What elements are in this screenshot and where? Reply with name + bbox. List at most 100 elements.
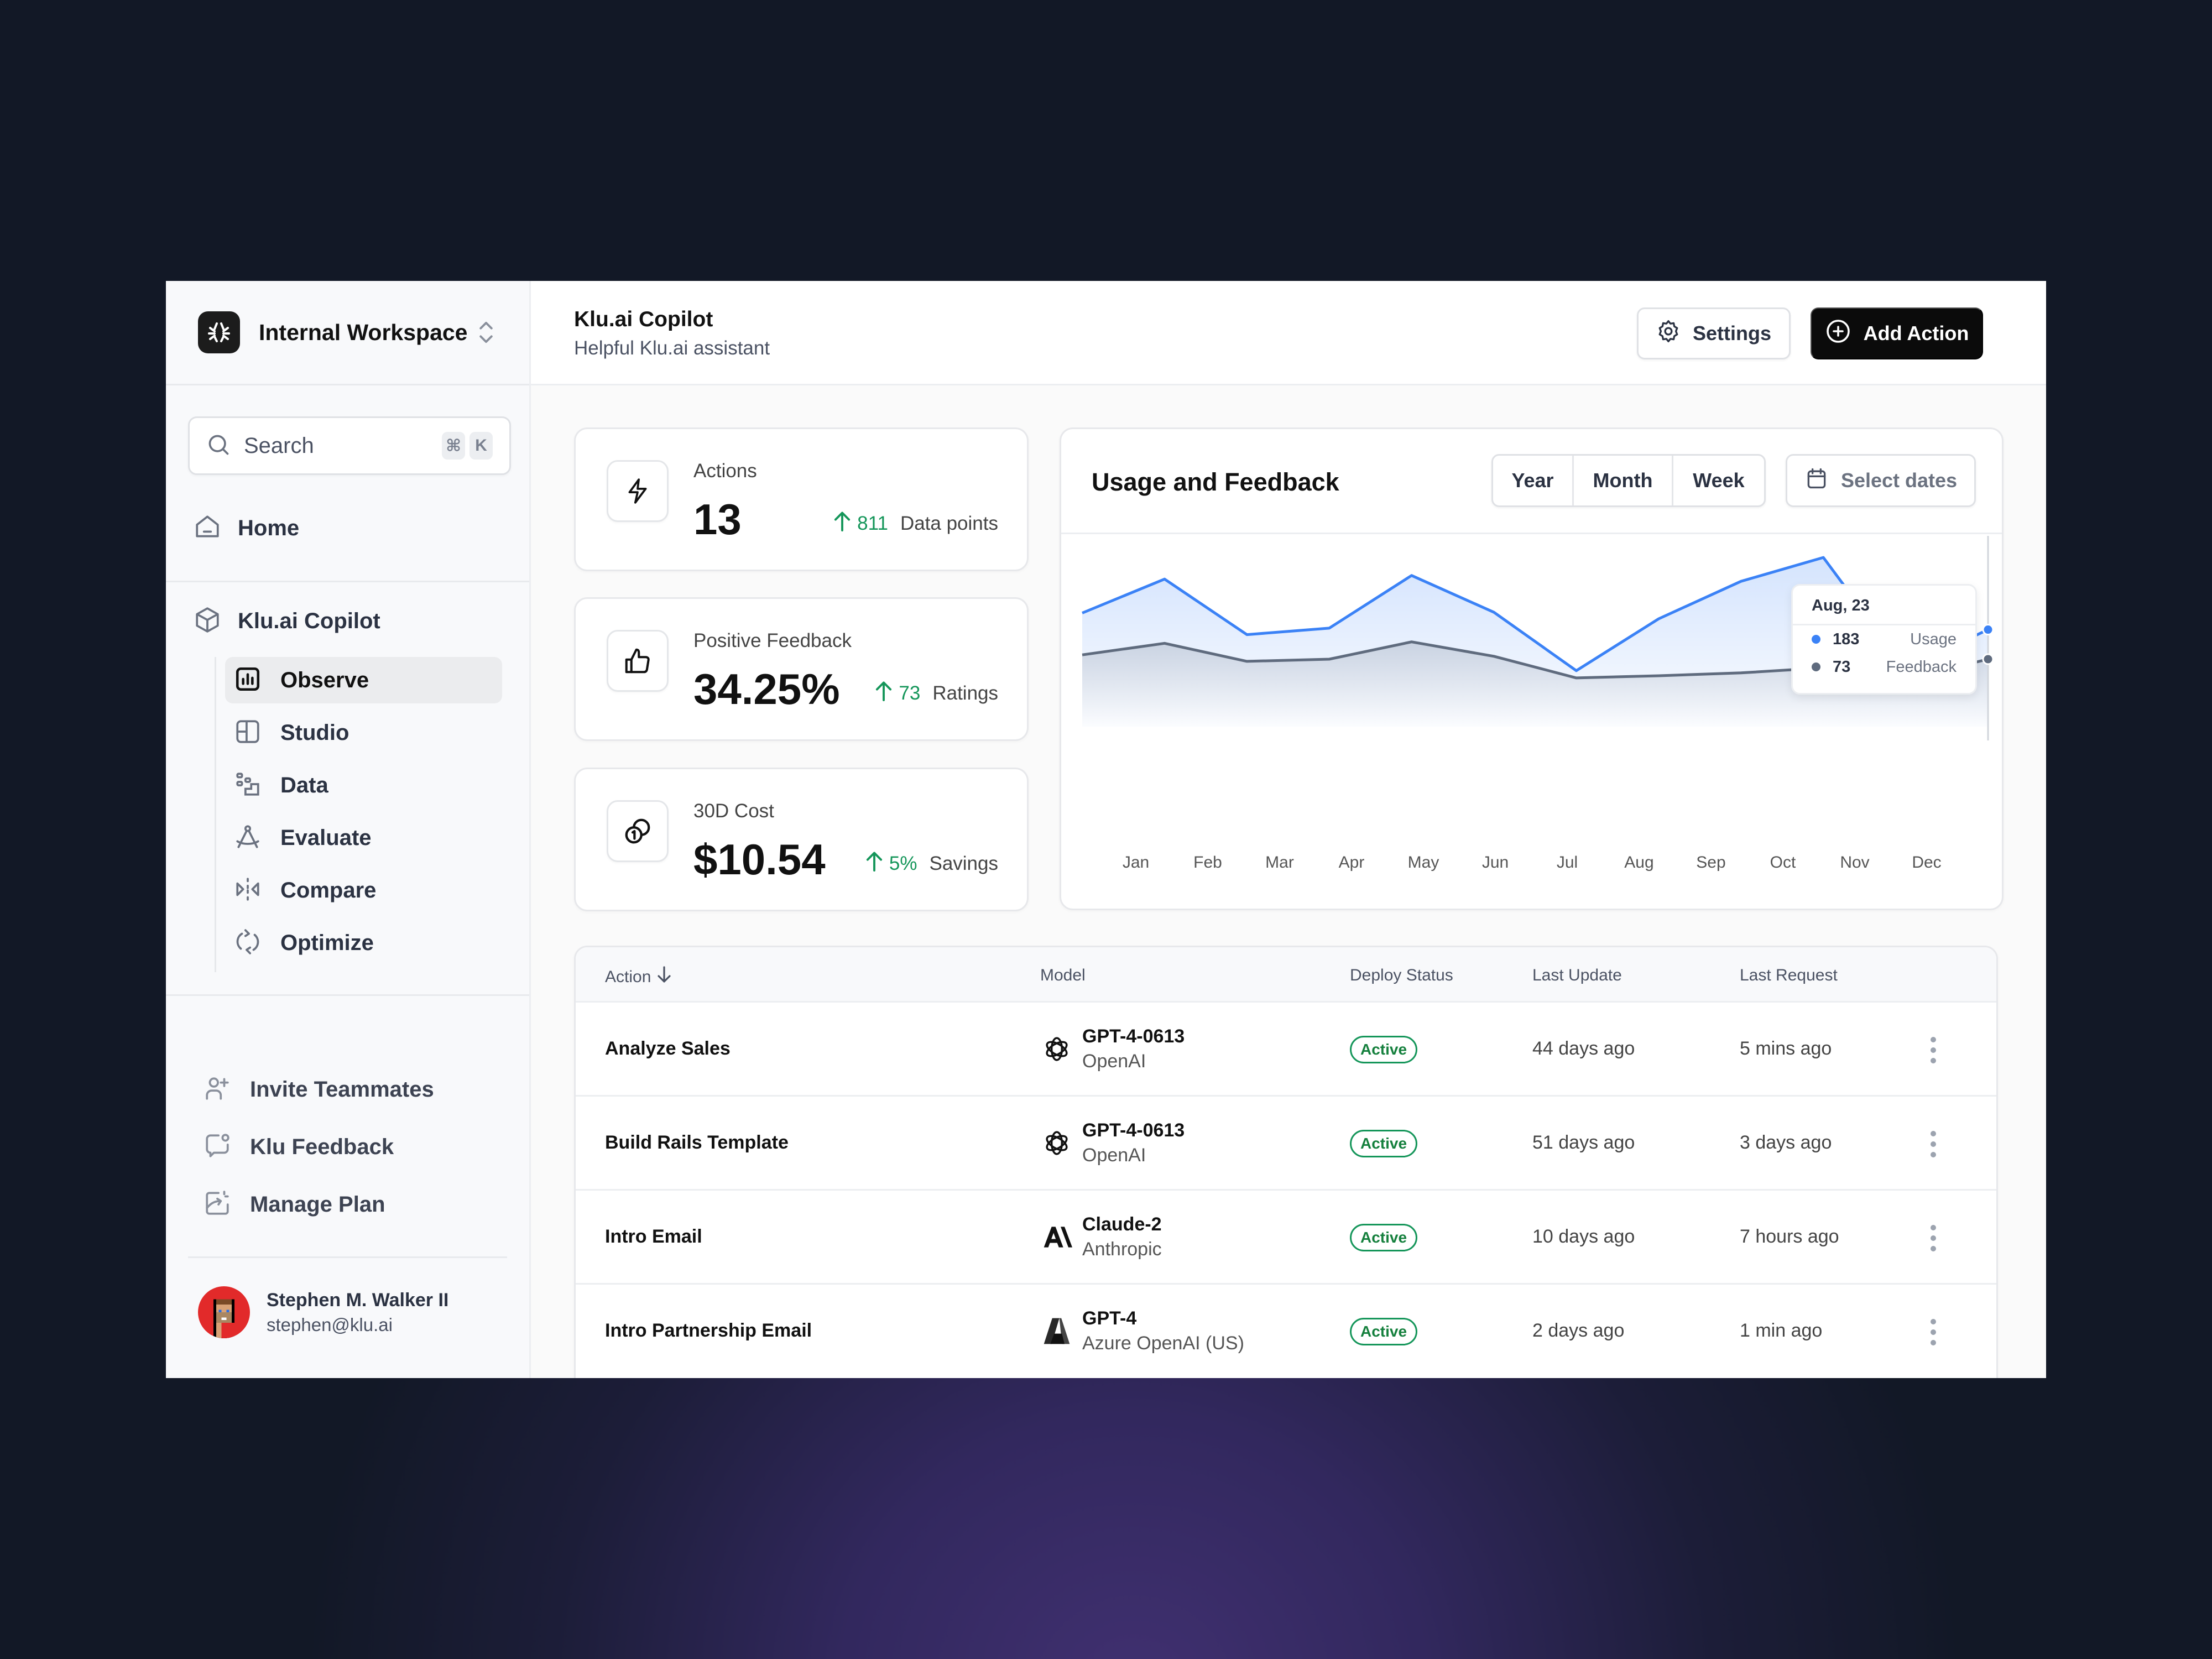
- x-tick-label: Jan: [1123, 853, 1149, 872]
- column-label: Last Update: [1532, 966, 1622, 984]
- message-icon: [204, 1132, 231, 1162]
- stat-delta: 5% Savings: [865, 850, 998, 877]
- column-label: Model: [1040, 966, 1086, 984]
- page-title: Klu.ai Copilot: [574, 307, 713, 331]
- table-row[interactable]: Analyze Sales GPT-4-0613 OpenAI Active 4…: [576, 1003, 1996, 1097]
- sidebar-item-observe[interactable]: Observe: [225, 657, 502, 703]
- stat-card-30d-cost: 30D Cost $10.54 5% Savings: [574, 768, 1029, 911]
- chart-title: Usage and Feedback: [1092, 468, 1339, 496]
- gear-icon: [1656, 319, 1681, 348]
- action-name: Analyze Sales: [605, 1038, 731, 1059]
- last-update: 10 days ago: [1532, 1226, 1635, 1247]
- column-label: Last Request: [1740, 966, 1838, 984]
- x-tick-label: Mar: [1265, 853, 1294, 872]
- klu-feedback-link[interactable]: Klu Feedback: [204, 1124, 434, 1170]
- actions-table: Action Model Deploy Status Last Update L…: [574, 946, 1998, 1378]
- sidebar-item-evaluate[interactable]: Evaluate: [225, 815, 502, 861]
- user-profile[interactable]: Stephen M. Walker II stephen@klu.ai: [198, 1286, 448, 1338]
- x-tick-label: Nov: [1840, 853, 1869, 872]
- last-request: 1 min ago: [1740, 1320, 1823, 1341]
- last-update: 51 days ago: [1532, 1132, 1635, 1153]
- sidebar-item-data[interactable]: Data: [225, 762, 502, 808]
- sidebar-item-label: Home: [238, 516, 300, 540]
- more-options-icon[interactable]: [1925, 1319, 1942, 1345]
- table-row[interactable]: Intro Partnership Email GPT-4 Azure Open…: [576, 1285, 1996, 1378]
- tooltip-feedback-value: 73: [1833, 658, 1851, 676]
- model-cell: GPT-4-0613 OpenAI: [1040, 1026, 1185, 1072]
- workspace-switcher[interactable]: Internal Workspace: [166, 281, 529, 385]
- stat-card-positive-feedback: Positive Feedback 34.25% 73 Ratings: [574, 597, 1029, 741]
- user-name: Stephen M. Walker II: [267, 1289, 449, 1311]
- x-tick-label: Sep: [1696, 853, 1725, 872]
- range-year-button[interactable]: Year: [1493, 456, 1574, 505]
- last-request: 7 hours ago: [1740, 1226, 1839, 1247]
- table-row[interactable]: Build Rails Template GPT-4-0613 OpenAI A…: [576, 1097, 1996, 1191]
- delta-value: 5%: [889, 852, 917, 874]
- settings-button[interactable]: Settings: [1637, 307, 1791, 359]
- bar-chart-icon: [234, 665, 262, 696]
- model-provider: OpenAI: [1082, 1145, 1146, 1166]
- sidebar-item-compare[interactable]: Compare: [225, 867, 502, 914]
- stat-delta: 73 Ratings: [874, 680, 998, 707]
- more-options-icon[interactable]: [1925, 1037, 1942, 1063]
- last-request: 3 days ago: [1740, 1132, 1832, 1153]
- sidebar-item-studio[interactable]: Studio: [225, 709, 502, 756]
- data-icon: [234, 770, 262, 801]
- sidebar-bottom-nav: Invite Teammates Klu Feedback Manage Pla…: [204, 1066, 434, 1239]
- range-week-button[interactable]: Week: [1673, 456, 1764, 505]
- status-badge: Active: [1350, 1224, 1418, 1251]
- sidebar-item-home[interactable]: Home: [194, 513, 299, 544]
- x-tick-label: Dec: [1912, 853, 1941, 872]
- tooltip-date: Aug, 23: [1793, 586, 1975, 625]
- arrow-up-icon: [874, 680, 893, 707]
- arrow-up-icon: [833, 510, 852, 537]
- range-toggle: Year Month Week: [1491, 454, 1766, 507]
- tooltip-usage-label: Usage: [1910, 630, 1957, 648]
- thumbs-up-icon: [607, 630, 669, 692]
- model-cell: Claude-2 Anthropic: [1040, 1214, 1162, 1260]
- chevron-up-down-icon[interactable]: [475, 319, 497, 346]
- add-action-label: Add Action: [1863, 322, 1969, 345]
- sidebar-item-label: Evaluate: [280, 825, 372, 850]
- workspace-name: Internal Workspace: [259, 319, 468, 345]
- openai-logo-icon: [1040, 1126, 1073, 1160]
- home-icon: [194, 513, 221, 544]
- range-month-button[interactable]: Month: [1574, 456, 1673, 505]
- table-row[interactable]: Intro Email Claude-2 Anthropic Active 10…: [576, 1191, 1996, 1285]
- more-options-icon[interactable]: [1925, 1225, 1942, 1251]
- last-update: 44 days ago: [1532, 1038, 1635, 1059]
- invite-teammates-link[interactable]: Invite Teammates: [204, 1066, 434, 1113]
- sidebar-item-label: Optimize: [280, 930, 374, 955]
- lightning-icon: [607, 460, 669, 522]
- user-plus-icon: [204, 1074, 231, 1105]
- delta-unit: Ratings: [932, 682, 998, 704]
- more-options-icon[interactable]: [1925, 1131, 1942, 1157]
- stat-value: 34.25%: [693, 665, 840, 713]
- delta-unit: Data points: [900, 512, 998, 534]
- column-header-deploy-status: Deploy Status: [1350, 966, 1453, 985]
- stat-card-actions: Actions 13 811 Data points: [574, 427, 1029, 571]
- plus-circle-icon: [1825, 318, 1851, 349]
- model-name: GPT-4: [1082, 1308, 1137, 1329]
- sidebar-item-label: Studio: [280, 720, 349, 745]
- openai-logo-icon: [1040, 1032, 1073, 1066]
- x-tick-label: Aug: [1624, 853, 1653, 872]
- model-cell: GPT-4-0613 OpenAI: [1040, 1120, 1185, 1166]
- model-provider: OpenAI: [1082, 1051, 1146, 1072]
- compare-icon: [234, 875, 262, 906]
- stat-value: 13: [693, 495, 742, 544]
- coins-icon: [607, 800, 669, 862]
- manage-plan-link[interactable]: Manage Plan: [204, 1181, 434, 1228]
- add-action-button[interactable]: Add Action: [1811, 307, 1983, 359]
- select-dates-button[interactable]: Select dates: [1786, 454, 1976, 507]
- compass-icon: [234, 823, 262, 853]
- page-header: Klu.ai Copilot Helpful Klu.ai assistant …: [531, 281, 2046, 385]
- delta-value: 73: [899, 682, 921, 704]
- stat-delta: 811 Data points: [833, 510, 998, 537]
- search-input[interactable]: Search ⌘ K: [188, 416, 511, 475]
- sidebar-item-optimize[interactable]: Optimize: [225, 920, 502, 966]
- column-header-action[interactable]: Action: [605, 966, 672, 988]
- sidebar-project-klu-copilot[interactable]: Klu.ai Copilot: [194, 606, 380, 637]
- app-window: Internal Workspace Search ⌘ K Home Klu.a…: [166, 281, 2046, 1378]
- sidebar-item-label: Compare: [280, 878, 377, 902]
